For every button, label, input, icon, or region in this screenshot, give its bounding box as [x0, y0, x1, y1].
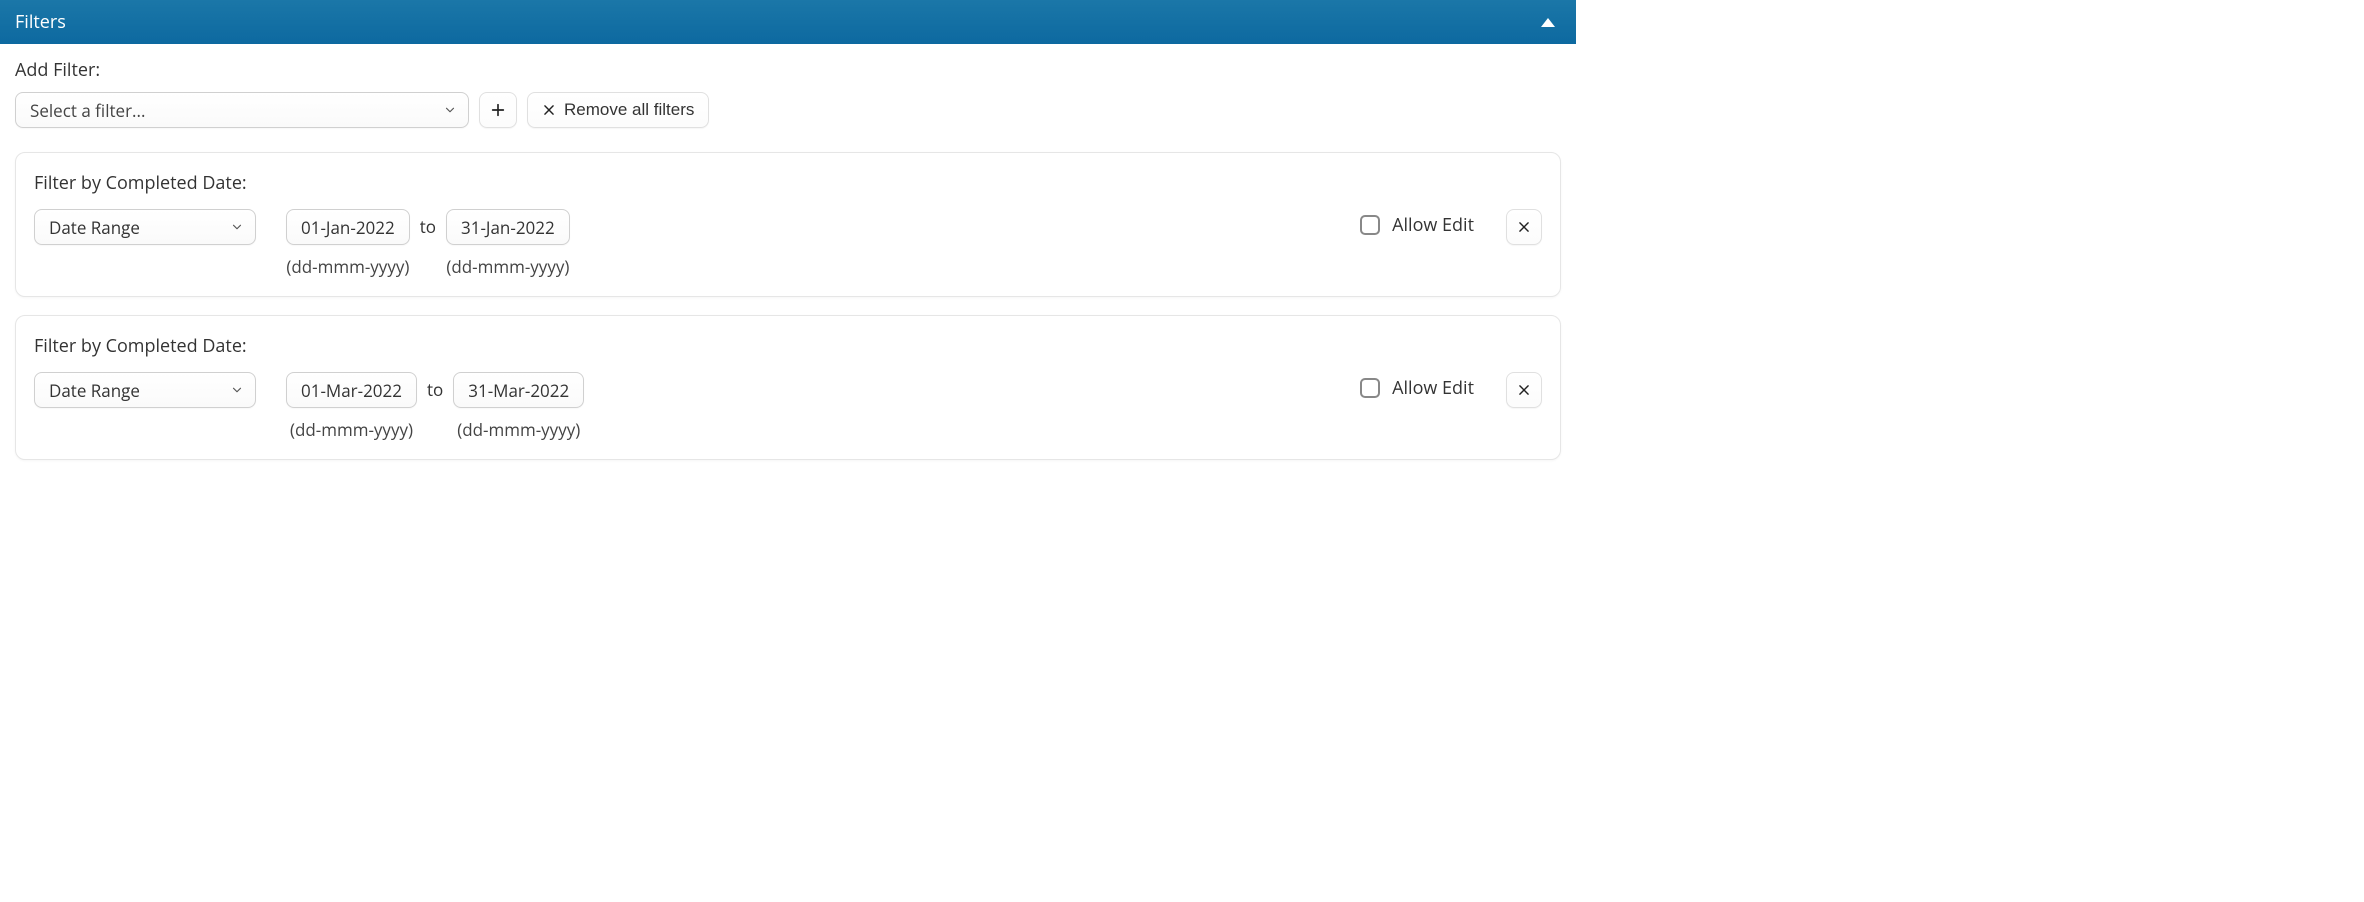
filter-type-value: Date Range	[49, 379, 140, 402]
date-range-to-label: to	[417, 372, 453, 401]
allow-edit-label[interactable]: Allow Edit	[1392, 376, 1474, 400]
allow-edit-label[interactable]: Allow Edit	[1392, 213, 1474, 237]
date-range-to-label: to	[410, 209, 446, 238]
filter-select-value: Select a filter...	[30, 99, 145, 122]
remove-all-filters-button[interactable]: Remove all filters	[527, 92, 709, 128]
remove-filter-button[interactable]	[1506, 209, 1542, 245]
date-from-block: 01-Jan-2022 (dd-mmm-yyyy)	[286, 209, 410, 278]
date-format-hint: (dd-mmm-yyyy)	[457, 418, 580, 441]
allow-edit-checkbox[interactable]	[1360, 378, 1380, 398]
filters-panel-header[interactable]: Filters	[0, 0, 1576, 44]
date-to-block: 31-Jan-2022 (dd-mmm-yyyy)	[446, 209, 570, 278]
filter-title: Filter by Completed Date:	[34, 334, 1542, 358]
remove-all-filters-label: Remove all filters	[564, 100, 694, 120]
plus-icon	[490, 102, 506, 118]
allow-edit-group: Allow Edit	[1360, 209, 1474, 237]
date-format-hint: (dd-mmm-yyyy)	[290, 418, 413, 441]
filter-row: Date Range 01-Mar-2022 (dd-mmm-yyyy) to …	[34, 372, 1542, 441]
filter-type-select[interactable]: Date Range	[34, 372, 256, 408]
allow-edit-group: Allow Edit	[1360, 372, 1474, 400]
collapse-triangle-icon	[1541, 18, 1555, 27]
date-to-input[interactable]: 31-Jan-2022	[446, 209, 570, 245]
date-from-block: 01-Mar-2022 (dd-mmm-yyyy)	[286, 372, 417, 441]
filter-type-select[interactable]: Date Range	[34, 209, 256, 245]
date-from-input[interactable]: 01-Mar-2022	[286, 372, 417, 408]
filter-select[interactable]: Select a filter...	[15, 92, 469, 128]
allow-edit-checkbox[interactable]	[1360, 215, 1380, 235]
filter-row: Date Range 01-Jan-2022 (dd-mmm-yyyy) to …	[34, 209, 1542, 278]
date-format-hint: (dd-mmm-yyyy)	[286, 255, 409, 278]
close-icon	[1517, 383, 1531, 397]
add-filter-row: Select a filter... Remove all filters	[15, 92, 1561, 128]
close-icon	[542, 103, 556, 117]
close-icon	[1517, 220, 1531, 234]
filter-type-value: Date Range	[49, 216, 140, 239]
remove-filter-button[interactable]	[1506, 372, 1542, 408]
date-from-input[interactable]: 01-Jan-2022	[286, 209, 410, 245]
filter-card: Filter by Completed Date: Date Range 01-…	[15, 152, 1561, 297]
date-format-hint: (dd-mmm-yyyy)	[446, 255, 569, 278]
add-filter-label: Add Filter:	[15, 58, 1561, 82]
filter-card: Filter by Completed Date: Date Range 01-…	[15, 315, 1561, 460]
filters-panel-body: Add Filter: Select a filter... Remove al…	[0, 44, 1576, 502]
date-to-block: 31-Mar-2022 (dd-mmm-yyyy)	[453, 372, 584, 441]
add-filter-button[interactable]	[479, 92, 517, 128]
date-to-input[interactable]: 31-Mar-2022	[453, 372, 584, 408]
filter-title: Filter by Completed Date:	[34, 171, 1542, 195]
panel-title: Filters	[15, 10, 66, 34]
